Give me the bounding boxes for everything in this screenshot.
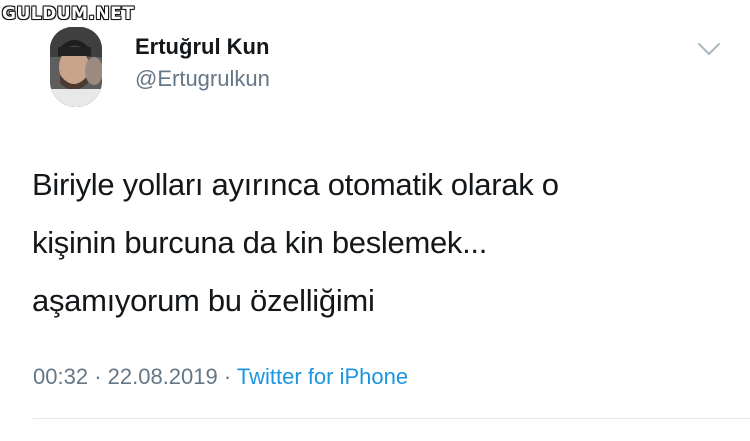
tweet-text-line: Biriyle yolları ayırınca otomatik olarak… [32,167,559,202]
tweet-time[interactable]: 00:32 [33,364,88,389]
chevron-down-icon[interactable] [696,40,722,58]
author-display-name[interactable]: Ertuğrul Kun [135,34,269,60]
meta-separator: · [223,364,232,389]
meta-separator: · [94,364,102,389]
tweet-text-line: kişinin burcuna da kin beslemek... [32,225,488,260]
avatar-photo [50,27,102,107]
tweet-text: Biriyle yolları ayırınca otomatik olarak… [32,156,712,330]
watermark-logo: GULDUM.NET [2,4,135,24]
avatar[interactable] [50,27,102,107]
tweet-text-line: aşamıyorum bu özelliğimi [32,283,375,318]
tweet-source-link[interactable]: Twitter for iPhone [237,364,408,389]
tweet-meta: 00:32 · 22.08.2019 · Twitter for iPhone [33,364,408,390]
divider [33,418,750,419]
tweet-date[interactable]: 22.08.2019 [108,364,218,389]
author-handle[interactable]: @Ertugrulkun [135,66,270,92]
